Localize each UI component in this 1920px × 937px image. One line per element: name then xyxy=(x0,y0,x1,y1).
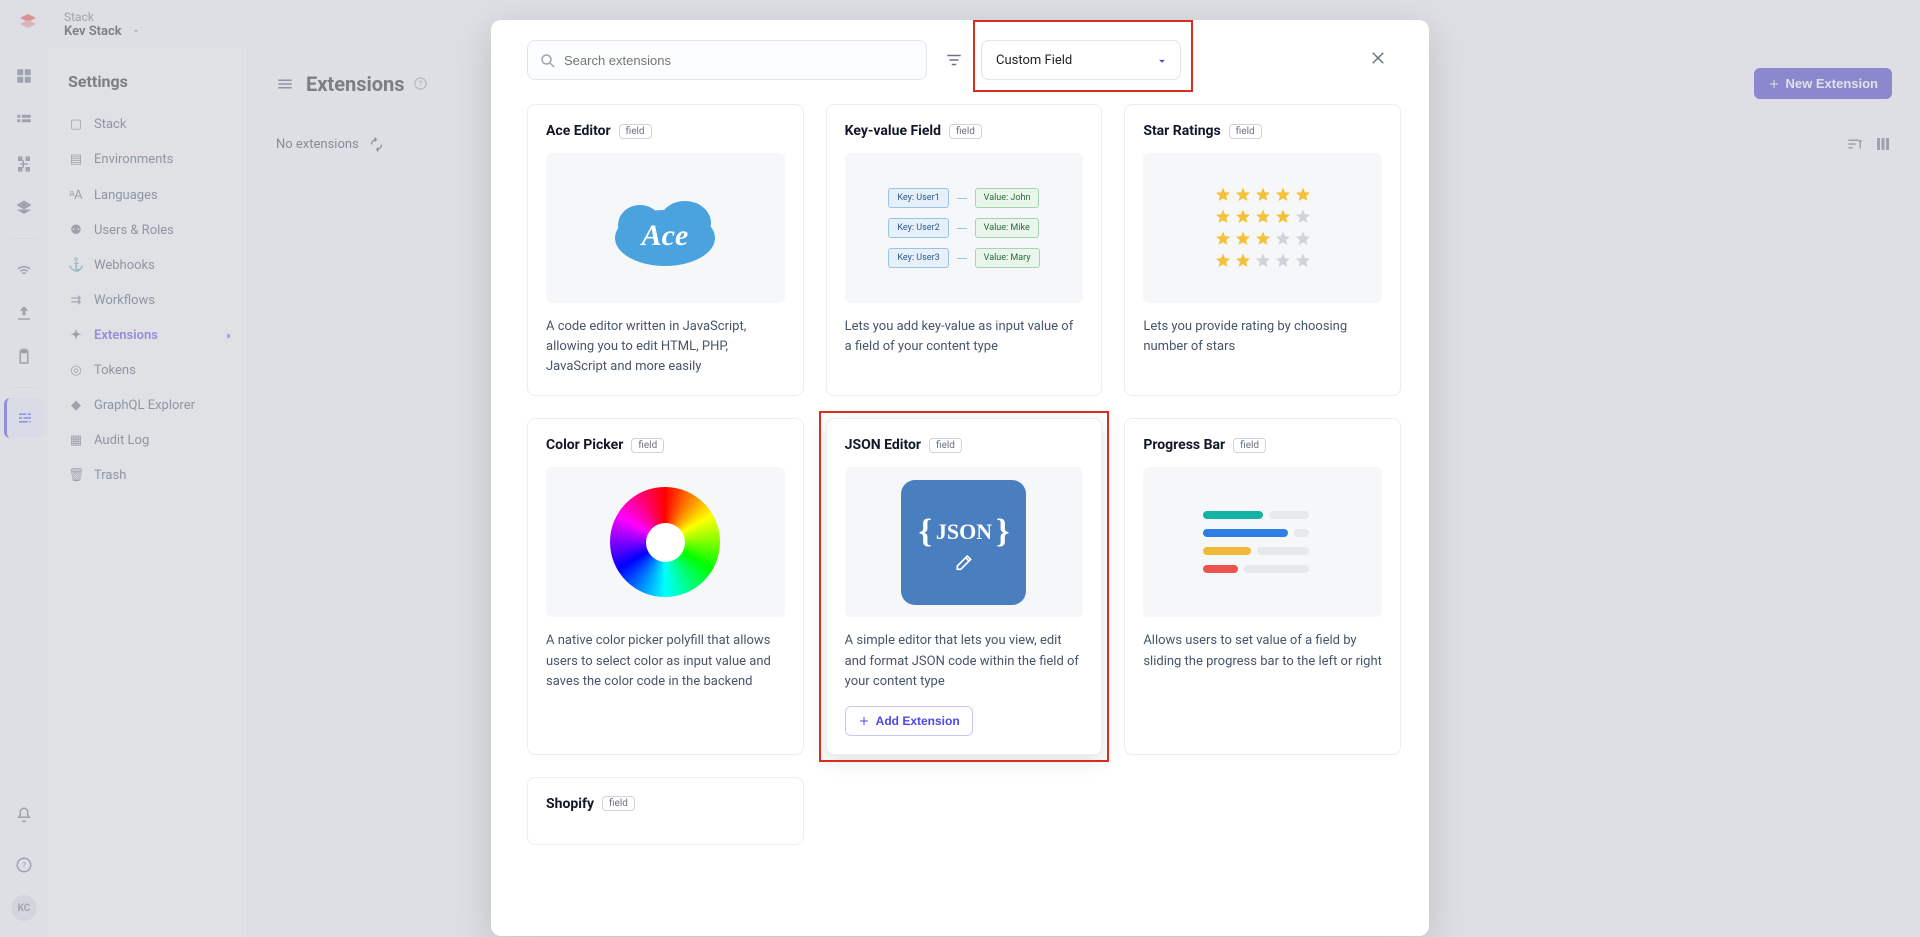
card-title: Shopify xyxy=(546,796,594,812)
card-thumbnail xyxy=(546,467,785,617)
plus-icon xyxy=(858,715,870,727)
extension-card[interactable]: Star Ratings field Lets you provide rating… xyxy=(1124,104,1401,396)
add-extension-label: Add Extension xyxy=(876,714,960,728)
filter-select[interactable]: Custom Field xyxy=(981,40,1181,80)
card-description: A native color picker polyfill that allo… xyxy=(546,631,785,691)
card-thumbnail xyxy=(1143,153,1382,303)
close-icon xyxy=(1369,49,1387,67)
cards-grid: Ace Editor field Ace A code editor written … xyxy=(527,104,1401,845)
filter-select-wrapper: Custom Field xyxy=(981,40,1181,80)
card-title: JSON Editor xyxy=(845,437,921,453)
card-badge: field xyxy=(631,438,664,453)
card-thumbnail xyxy=(1143,467,1382,617)
card-description: A code editor written in JavaScript, all… xyxy=(546,317,785,377)
extension-card[interactable]: Color Picker field A native color picker p… xyxy=(527,418,804,754)
card-title: Progress Bar xyxy=(1143,437,1225,453)
card-description: Lets you provide rating by choosing numb… xyxy=(1143,317,1382,357)
card-title: Color Picker xyxy=(546,437,623,453)
card-title: Ace Editor xyxy=(546,123,611,139)
modal-header: Custom Field xyxy=(491,20,1429,96)
card-thumbnail: Ace xyxy=(546,153,785,303)
close-button[interactable] xyxy=(1363,43,1393,77)
card-badge: field xyxy=(1229,124,1262,139)
modal-body: Ace Editor field Ace A code editor written … xyxy=(491,96,1429,936)
modal-overlay[interactable]: Custom Field Ace Editor field Ace A code ed… xyxy=(0,0,1920,937)
card-badge: field xyxy=(619,124,652,139)
extension-card[interactable]: Progress Bar field Allows users to set val… xyxy=(1124,418,1401,754)
extension-card[interactable]: Ace Editor field Ace A code editor written … xyxy=(527,104,804,396)
card-thumbnail: Key: User1Value: JohnKey: User2Value: Mi… xyxy=(845,153,1084,303)
card-badge: field xyxy=(929,438,962,453)
card-title: Star Ratings xyxy=(1143,123,1220,139)
card-badge: field xyxy=(1233,438,1266,453)
filter-icon[interactable] xyxy=(945,51,963,69)
extension-card[interactable]: Key-value Field field Key: User1Value: Joh… xyxy=(826,104,1103,396)
search-icon xyxy=(539,52,557,70)
extension-card[interactable]: Shopify field xyxy=(527,777,804,845)
card-title: Key-value Field xyxy=(845,123,941,139)
extension-card[interactable]: JSON Editor field {JSON} A simple editor th… xyxy=(826,418,1103,754)
search-input[interactable] xyxy=(527,40,927,80)
search-wrapper xyxy=(527,40,927,80)
card-description: Lets you add key-value as input value of… xyxy=(845,317,1084,357)
extensions-modal: Custom Field Ace Editor field Ace A code ed… xyxy=(491,20,1429,936)
card-badge: field xyxy=(949,124,982,139)
add-extension-button[interactable]: Add Extension xyxy=(845,706,973,736)
card-thumbnail: {JSON} xyxy=(845,467,1084,617)
card-badge: field xyxy=(602,796,635,811)
svg-text:Ace: Ace xyxy=(640,219,689,252)
card-description: A simple editor that lets you view, edit… xyxy=(845,631,1084,691)
card-description: Allows users to set value of a field by … xyxy=(1143,631,1382,671)
